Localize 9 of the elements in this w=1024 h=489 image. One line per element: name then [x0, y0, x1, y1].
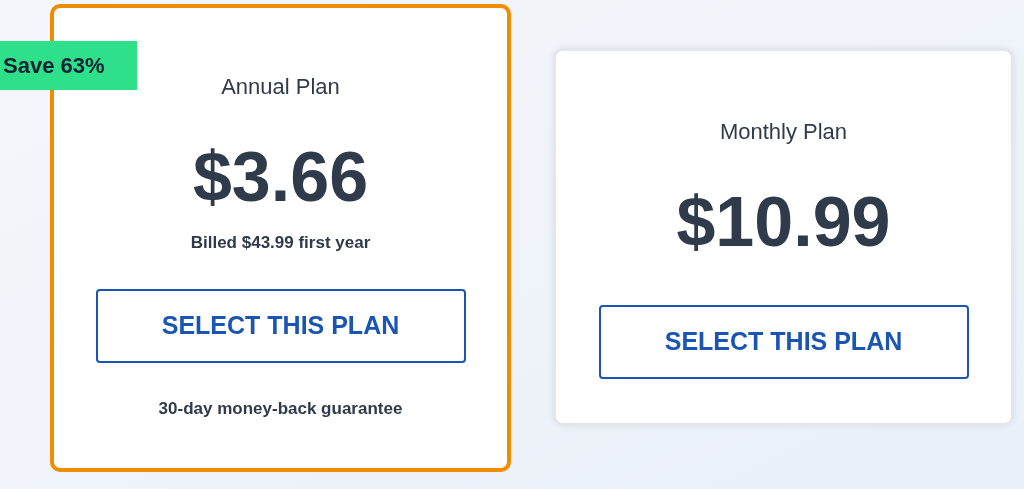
guarantee-note: 30-day money-back guarantee — [158, 398, 403, 420]
select-plan-button[interactable]: SELECT THIS PLAN — [598, 305, 969, 379]
plan-name: Monthly Plan — [719, 118, 848, 146]
plan-name: Annual Plan — [221, 73, 340, 101]
billing-note: Billed $43.99 first year — [190, 232, 371, 254]
plan-price: $3.66 — [192, 137, 369, 217]
savings-badge: Save 63% — [0, 41, 137, 90]
plan-price: $10.99 — [676, 182, 891, 262]
select-plan-button[interactable]: SELECT THIS PLAN — [95, 289, 466, 363]
